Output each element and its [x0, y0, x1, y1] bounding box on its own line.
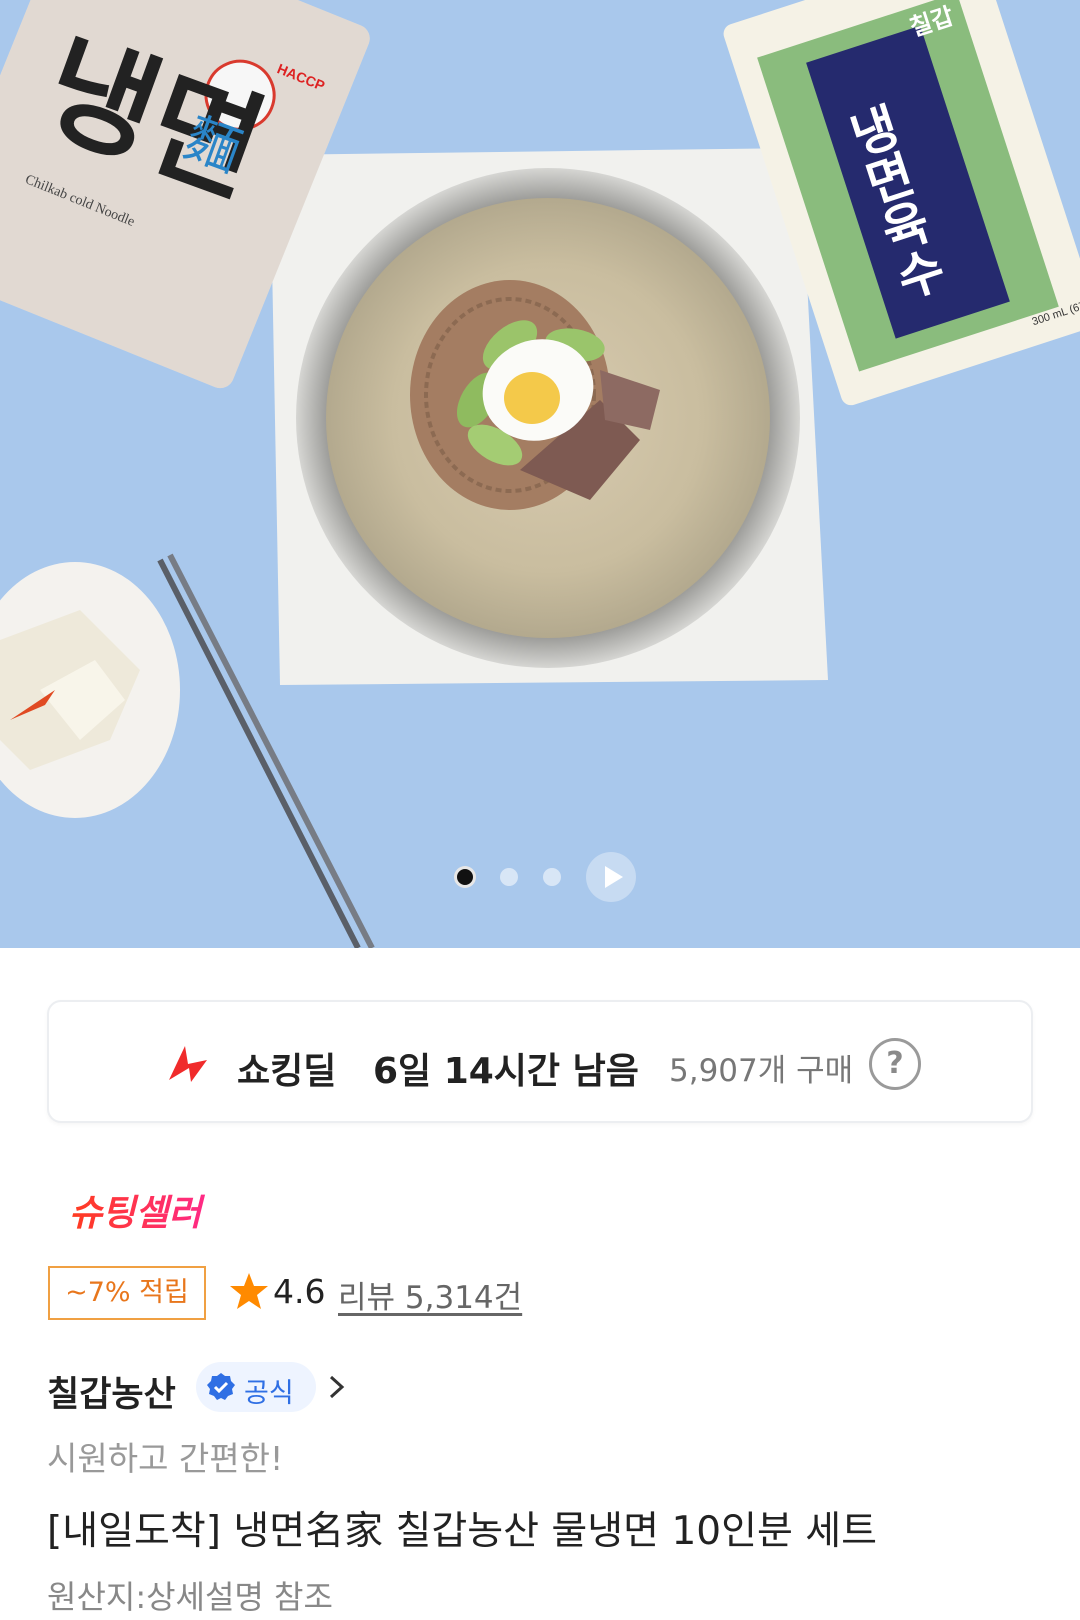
deal-label: 쇼킹딜 — [237, 1051, 337, 1092]
product-origin: 원산지:상세설명 참조 — [47, 1578, 333, 1616]
star-icon — [230, 1273, 268, 1309]
autoplay-button[interactable] — [586, 852, 636, 902]
store-name[interactable]: 칠갑농산 — [47, 1366, 176, 1417]
shocking-deal-bar[interactable]: 쇼킹딜 6일 14시간 남음 5,907개 구매 ? — [47, 1000, 1033, 1123]
official-label: 공식 — [244, 1378, 294, 1409]
chevron-right-icon[interactable] — [326, 1372, 348, 1402]
shocking-deal-icon — [169, 1046, 207, 1082]
help-icon[interactable]: ? — [869, 1038, 921, 1090]
review-count-link[interactable]: 리뷰 5,314건 — [338, 1272, 522, 1317]
official-badge: 공식 — [196, 1362, 316, 1412]
carousel-dot-3[interactable] — [543, 868, 561, 886]
shooting-seller-badge: 슈팅셀러 — [49, 1193, 205, 1234]
product-photo: 냉면 麵 HACCP Chilkab cold Noodle 냉면육수 칠갑 3… — [0, 0, 1080, 948]
product-title: [내일도착] 냉면名家 칠갑농산 물냉면 10인분 세트 — [47, 1509, 878, 1554]
verified-icon — [207, 1373, 235, 1400]
carousel-dot-1[interactable] — [454, 866, 476, 888]
carousel-indicator — [0, 852, 1080, 902]
rating-value: 4.6 — [273, 1272, 326, 1311]
svg-text:슈팅셀러: 슈팅셀러 — [69, 1193, 205, 1234]
product-slogan: 시원하고 간편한! — [47, 1439, 284, 1478]
product-image-carousel[interactable]: 냉면 麵 HACCP Chilkab cold Noodle 냉면육수 칠갑 3… — [0, 0, 1080, 948]
carousel-dot-2[interactable] — [500, 868, 518, 886]
deal-time-remaining: 6일 14시간 남음 — [373, 1051, 639, 1092]
points-badge: ~7% 적립 — [48, 1266, 206, 1320]
purchase-count: 5,907개 구매 — [669, 1053, 854, 1089]
play-icon — [605, 866, 623, 888]
